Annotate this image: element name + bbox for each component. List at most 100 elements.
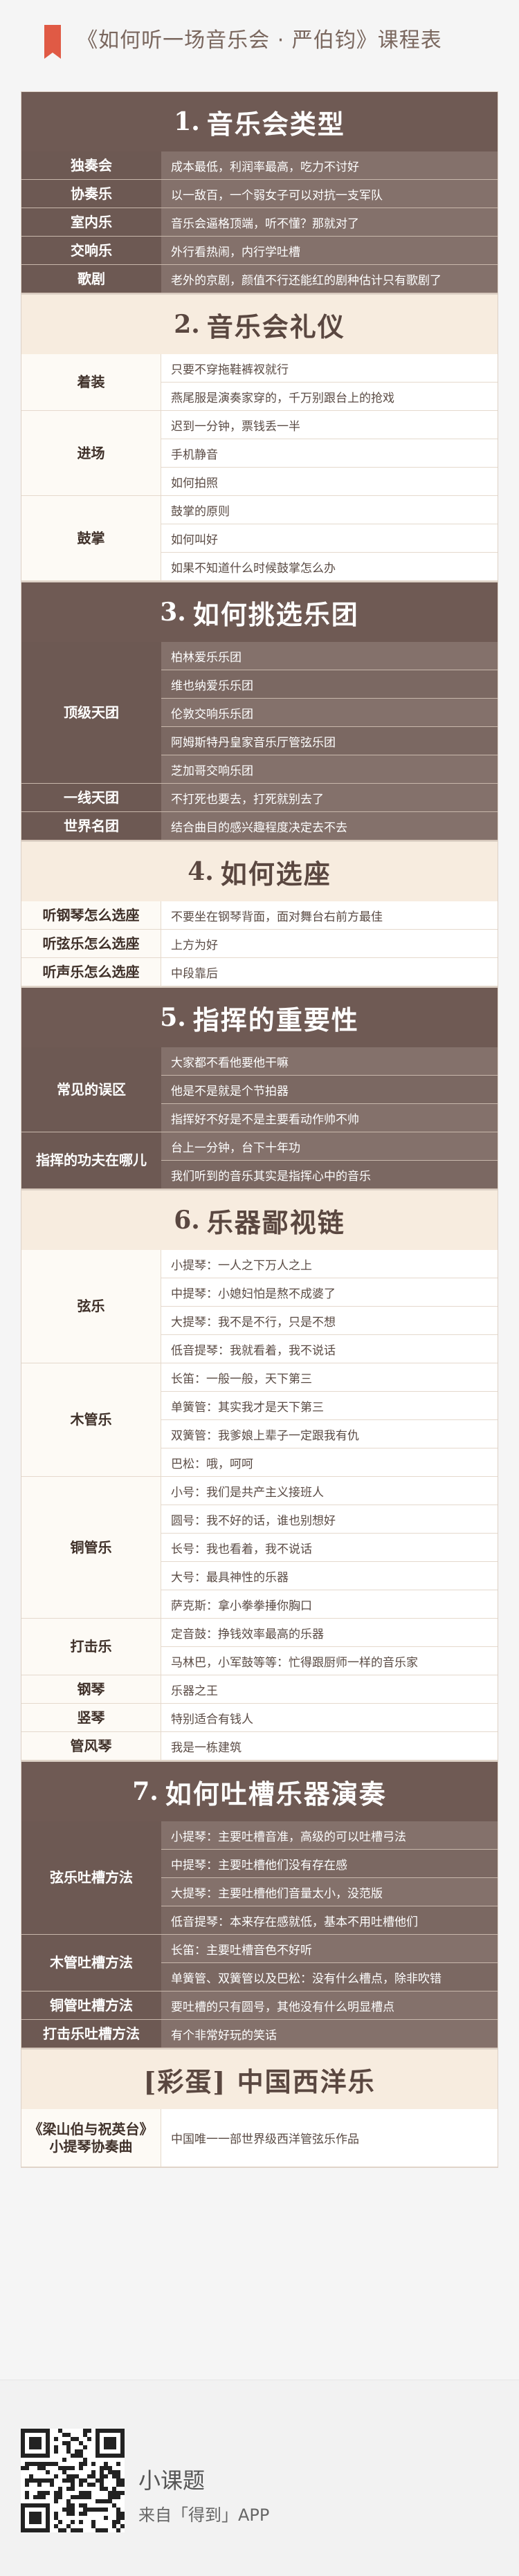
list-item: 单簧管、双簧管以及巴松：没有什么槽点，除非吹错 bbox=[161, 1963, 498, 1991]
group: 木管乐 长笛：一般一般，天下第三 单簧管：其实我才是天下第三 双簧管：我爹娘上辈子一定… bbox=[21, 1363, 498, 1477]
group-label: 听弦乐怎么选座 bbox=[21, 930, 161, 958]
qr-code-icon[interactable] bbox=[21, 2429, 125, 2532]
list-item: 萨克斯：拿小拳拳捶你胸口 bbox=[161, 1590, 498, 1619]
section-number: 4. bbox=[188, 857, 214, 886]
section-title: 音乐会礼仪 bbox=[206, 311, 345, 342]
group: 世界名团 结合曲目的感兴趣程度决定去不去 bbox=[21, 812, 498, 840]
list-item: 鼓掌的原则 bbox=[161, 496, 498, 524]
section-6: 6. 乐器鄙视链 弦乐 小提琴：一人之下万人之上 中提琴：小媳妇怕是熬不成婆了 大提琴：我… bbox=[21, 1190, 498, 1761]
group-label: 听声乐怎么选座 bbox=[21, 958, 161, 986]
list-item: 长号：我也看着，我不说话 bbox=[161, 1534, 498, 1562]
list-item: 台上一分钟，台下十年功 bbox=[161, 1132, 498, 1161]
group-label: 打击乐吐槽方法 bbox=[21, 2020, 161, 2048]
group-items: 小提琴：主要吐槽音准，高级的可以吐槽弓法 中提琴：主要吐槽他们没有存在感 大提琴：主… bbox=[161, 1821, 498, 1935]
group-label: 听钢琴怎么选座 bbox=[21, 901, 161, 930]
list-item: 不打死也要去，打死就别去了 bbox=[161, 784, 498, 812]
group: 独奏会 成本最低，利润率最高，吃力不讨好 bbox=[21, 151, 498, 180]
list-item: 迟到一分钟，票钱丢一半 bbox=[161, 411, 498, 439]
list-item: 特别适合有钱人 bbox=[161, 1704, 498, 1732]
group-items: 有个非常好玩的笑话 bbox=[161, 2020, 498, 2048]
group-label: 木管吐槽方法 bbox=[21, 1935, 161, 1991]
list-item: 巴松：哦，呵呵 bbox=[161, 1448, 498, 1477]
list-item: 如果不知道什么时候鼓掌怎么办 bbox=[161, 553, 498, 581]
list-item: 我是一栋建筑 bbox=[161, 1732, 498, 1760]
group-label: 弦乐吐槽方法 bbox=[21, 1821, 161, 1935]
list-item: 燕尾服是演奏家穿的，千万别跟台上的抢戏 bbox=[161, 383, 498, 411]
group-label: 钢琴 bbox=[21, 1675, 161, 1704]
list-item: 中提琴：小媳妇怕是熬不成婆了 bbox=[161, 1278, 498, 1307]
list-item: 中提琴：主要吐槽他们没有存在感 bbox=[161, 1850, 498, 1878]
section-8: [彩蛋] 中国西洋乐 《梁山伯与祝英台》小提琴协奏曲 中国唯一一部世界级西洋管弦乐作… bbox=[21, 2049, 498, 2168]
section-title: 如何挑选乐团 bbox=[192, 598, 359, 630]
course-schedule: 1. 音乐会类型 独奏会 成本最低，利润率最高，吃力不讨好 协奏乐 以一敌百，一个弱女子可… bbox=[21, 91, 498, 2168]
bookmark-icon bbox=[44, 25, 61, 59]
list-item: 外行看热闹，内行学吐槽 bbox=[161, 237, 498, 265]
list-item: 他是不是就是个节拍器 bbox=[161, 1076, 498, 1104]
list-item: 大号：最具神性的乐器 bbox=[161, 1562, 498, 1590]
group: 歌剧 老外的京剧，颜值不行还能红的剧种估计只有歌剧了 bbox=[21, 265, 498, 293]
list-item: 马林巴，小军鼓等等：忙得跟厨师一样的音乐家 bbox=[161, 1647, 498, 1675]
group-label: 顶级天团 bbox=[21, 642, 161, 784]
list-item: 要吐槽的只有圆号，其他没有什么明显槽点 bbox=[161, 1991, 498, 2020]
group-items: 上方为好 bbox=[161, 930, 498, 958]
group-label: 协奏乐 bbox=[21, 180, 161, 208]
group-items: 老外的京剧，颜值不行还能红的剧种估计只有歌剧了 bbox=[161, 265, 498, 293]
section-header: 4. 如何选座 bbox=[21, 842, 498, 901]
list-item: 手机静音 bbox=[161, 439, 498, 468]
list-item: 大家都不看他要他干嘛 bbox=[161, 1047, 498, 1076]
section-title: 指挥的重要性 bbox=[192, 1004, 359, 1036]
group: 交响乐 外行看热闹，内行学吐槽 bbox=[21, 237, 498, 265]
list-item: 小提琴：一人之下万人之上 bbox=[161, 1250, 498, 1278]
list-item: 大提琴：我不是不行，只是不想 bbox=[161, 1307, 498, 1335]
footer-source: 来自「得到」APP bbox=[138, 2505, 270, 2525]
group: 协奏乐 以一敌百，一个弱女子可以对抗一支军队 bbox=[21, 180, 498, 208]
group: 木管吐槽方法 长笛：主要吐槽音色不好听 单簧管、双簧管以及巴松：没有什么槽点，除非吹… bbox=[21, 1935, 498, 1991]
list-item: 芝加哥交响乐团 bbox=[161, 755, 498, 784]
group: 顶级天团 柏林爱乐乐团 维也纳爱乐乐团 伦敦交响乐乐团 阿姆斯特丹皇家音乐厅管弦乐团 芝加… bbox=[21, 642, 498, 784]
list-item: 老外的京剧，颜值不行还能红的剧种估计只有歌剧了 bbox=[161, 265, 498, 293]
list-item: 伦敦交响乐乐团 bbox=[161, 699, 498, 727]
group-items: 不要坐在钢琴背面，面对舞台右前方最佳 bbox=[161, 901, 498, 930]
group-label: 进场 bbox=[21, 411, 161, 496]
group-label: 指挥的功夫在哪儿 bbox=[21, 1132, 161, 1189]
section-number: 1. bbox=[174, 107, 200, 136]
list-item: 低音提琴：我就看着，我不说话 bbox=[161, 1335, 498, 1363]
footer: 小课题 来自「得到」APP bbox=[0, 2380, 519, 2576]
section-7: 7. 如何吐槽乐器演奏 弦乐吐槽方法 小提琴：主要吐槽音准，高级的可以吐槽弓法 中提琴：… bbox=[21, 1761, 498, 2049]
list-item: 如何叫好 bbox=[161, 524, 498, 553]
section-number: 2. bbox=[174, 310, 200, 339]
group-items: 要吐槽的只有圆号，其他没有什么明显槽点 bbox=[161, 1991, 498, 2020]
page-title: 《如何听一场音乐会 · 严伯钧》课程表 bbox=[77, 28, 442, 53]
group-items: 不打死也要去，打死就别去了 bbox=[161, 784, 498, 812]
group: 铜管乐 小号：我们是共产主义接班人 圆号：我不好的话，谁也别想好 长号：我也看着，我不… bbox=[21, 1477, 498, 1619]
group: 打击乐吐槽方法 有个非常好玩的笑话 bbox=[21, 2020, 498, 2048]
group-items: 长笛：主要吐槽音色不好听 单簧管、双簧管以及巴松：没有什么槽点，除非吹错 bbox=[161, 1935, 498, 1991]
group-label: 铜管乐 bbox=[21, 1477, 161, 1619]
section-title: [彩蛋] 中国西洋乐 bbox=[143, 2066, 376, 2097]
group-items: 外行看热闹，内行学吐槽 bbox=[161, 237, 498, 265]
section-header: 7. 如何吐槽乐器演奏 bbox=[21, 1762, 498, 1821]
group-items: 成本最低，利润率最高，吃力不讨好 bbox=[161, 151, 498, 180]
group-items: 大家都不看他要他干嘛 他是不是就是个节拍器 指挥好不好是不是主要看动作帅不帅 bbox=[161, 1047, 498, 1132]
group-label: 竖琴 bbox=[21, 1704, 161, 1732]
group-label: 鼓掌 bbox=[21, 496, 161, 581]
list-item: 中段靠后 bbox=[161, 958, 498, 986]
section-title: 音乐会类型 bbox=[206, 108, 345, 140]
group: 听声乐怎么选座 中段靠后 bbox=[21, 958, 498, 986]
list-item: 大提琴：主要吐槽他们音量太小，没范版 bbox=[161, 1878, 498, 1906]
list-item: 双簧管：我爹娘上辈子一定跟我有仇 bbox=[161, 1420, 498, 1448]
list-item: 长笛：一般一般，天下第三 bbox=[161, 1363, 498, 1392]
group-items: 乐器之王 bbox=[161, 1675, 498, 1704]
group-items: 鼓掌的原则 如何叫好 如果不知道什么时候鼓掌怎么办 bbox=[161, 496, 498, 581]
group-label: 一线天团 bbox=[21, 784, 161, 812]
group-label: 着装 bbox=[21, 354, 161, 411]
group-label: 铜管吐槽方法 bbox=[21, 1991, 161, 2020]
section-header: 1. 音乐会类型 bbox=[21, 92, 498, 151]
group-items: 结合曲目的感兴趣程度决定去不去 bbox=[161, 812, 498, 840]
group-items: 以一敌百，一个弱女子可以对抗一支军队 bbox=[161, 180, 498, 208]
group-items: 小号：我们是共产主义接班人 圆号：我不好的话，谁也别想好 长号：我也看着，我不说话大… bbox=[161, 1477, 498, 1619]
group-label: 世界名团 bbox=[21, 812, 161, 840]
group-items: 我是一栋建筑 bbox=[161, 1732, 498, 1760]
group: 指挥的功夫在哪儿 台上一分钟，台下十年功 我们听到的音乐其实是指挥心中的音乐 bbox=[21, 1132, 498, 1189]
group: 弦乐 小提琴：一人之下万人之上 中提琴：小媳妇怕是熬不成婆了 大提琴：我不是不行，只是… bbox=[21, 1250, 498, 1363]
